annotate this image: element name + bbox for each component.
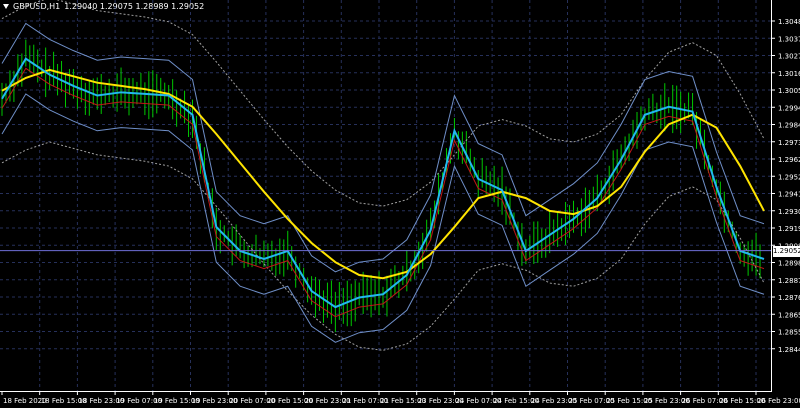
y-tick-label: 1.29305 — [778, 208, 800, 216]
band-dotted-lower — [1, 141, 765, 351]
current-price-tag: 1.29052 — [773, 245, 800, 257]
y-tick-label: 1.28765 — [778, 294, 800, 302]
y-tick-label: 1.28980 — [778, 260, 800, 268]
y-tick-label: 1.29625 — [778, 156, 800, 164]
x-tick-label: 26 Feb 23:00 — [757, 397, 800, 405]
y-tick-label: 1.28655 — [778, 311, 800, 319]
y-tick-label: 1.30270 — [778, 53, 800, 61]
y-tick-label: 1.30160 — [778, 70, 800, 78]
y-tick-label: 1.28440 — [778, 346, 800, 354]
y-tick-label: 1.28870 — [778, 277, 800, 285]
y-tick-label: 1.29840 — [778, 122, 800, 130]
series-line-fast-ma — [1, 57, 765, 309]
y-tick-label: 1.30485 — [778, 18, 800, 26]
y-tick-label: 1.29195 — [778, 225, 800, 233]
y-tick-label: 1.30375 — [778, 35, 800, 43]
y-tick-label: 1.30055 — [778, 87, 800, 95]
y-tick-label: 1.29730 — [778, 139, 800, 147]
chart-window[interactable]: GBPUSD,H1 1.29040 1.29075 1.28989 1.2905… — [0, 0, 800, 408]
y-tick-label: 1.28550 — [778, 329, 800, 337]
y-tick-label: 1.29520 — [778, 173, 800, 181]
price-chart: 1.30485 1.30375 1.30270 1.30160 1.30055 1.299… — [0, 0, 800, 405]
y-tick-label: 1.29410 — [778, 191, 800, 199]
series-line-slow-ma — [1, 68, 765, 280]
y-tick-label: 1.29945 — [778, 104, 800, 112]
